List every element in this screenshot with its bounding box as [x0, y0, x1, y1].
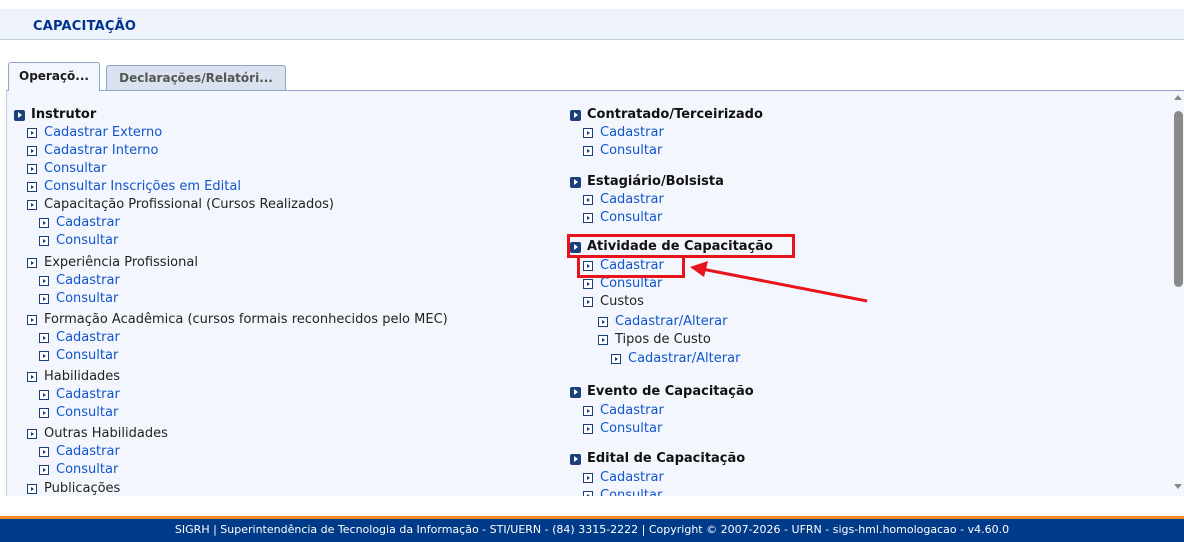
item-arrow-icon [583, 406, 593, 416]
item-arrow-icon [27, 182, 37, 192]
menu-group-capacitacao-profissional: Capacitação Profissional (Cursos Realiza… [27, 196, 334, 214]
page-title-bar: Capacitação [0, 9, 1184, 40]
menu-item-experiencia-cadastrar[interactable]: Cadastrar [39, 272, 120, 290]
menu-item-cadastrar-interno[interactable]: Cadastrar Interno [27, 142, 158, 160]
menu-item-estagiario-consultar[interactable]: Consultar [583, 209, 662, 227]
menu-item-habilidades-cadastrar[interactable]: Cadastrar [39, 386, 120, 404]
annotation-highlight-cadastrar [577, 255, 685, 278]
menu-group-tipos-de-custo: Tipos de Custo [598, 331, 711, 349]
scrollbar-thumb[interactable] [1174, 111, 1183, 287]
menu-item-evento-consultar[interactable]: Consultar [583, 420, 662, 438]
menu-item-tipos-custo-cadastrar-alterar[interactable]: Cadastrar/Alterar [611, 350, 740, 368]
item-arrow-icon [583, 424, 593, 434]
item-arrow-icon [583, 146, 593, 156]
item-arrow-icon [39, 351, 49, 361]
menu-item-estagiario-cadastrar[interactable]: Cadastrar [583, 191, 664, 209]
vertical-scrollbar[interactable] [1172, 91, 1184, 496]
menu-heading-instrutor: Instrutor [14, 106, 96, 124]
menu-item-evento-cadastrar[interactable]: Cadastrar [583, 402, 664, 420]
menu-item-outras-consultar[interactable]: Consultar [39, 461, 118, 479]
menu-heading-contratado: Contratado/Terceirizado [570, 106, 763, 124]
item-arrow-icon [27, 258, 37, 268]
item-arrow-icon [39, 218, 49, 228]
menu-heading-edital: Edital de Capacitação [570, 450, 745, 468]
menu-group-formacao-academica: Formação Acadêmica (cursos formais recon… [27, 311, 448, 329]
item-arrow-icon [583, 195, 593, 205]
item-arrow-icon [39, 408, 49, 418]
menu-item-formacao-consultar[interactable]: Consultar [39, 347, 118, 365]
tab-panel: Instrutor Cadastrar Externo Cadastrar In… [6, 90, 1184, 496]
item-arrow-icon [583, 128, 593, 138]
item-arrow-icon [39, 465, 49, 475]
scroll-down-arrow-icon[interactable] [1174, 484, 1182, 489]
menu-group-outras-habilidades: Outras Habilidades [27, 425, 168, 443]
item-arrow-icon [27, 146, 37, 156]
item-arrow-icon [583, 279, 593, 289]
section-arrow-icon [570, 176, 581, 188]
page-title: Capacitação [33, 19, 137, 34]
menu-item-contratado-consultar[interactable]: Consultar [583, 142, 662, 160]
item-arrow-icon [27, 484, 37, 494]
menu-group-custos: Custos [583, 293, 644, 311]
item-arrow-icon [39, 390, 49, 400]
section-arrow-icon [570, 386, 581, 398]
menu-item-consultar-inscricoes[interactable]: Consultar Inscrições em Edital [27, 178, 241, 196]
menu-item-cadastrar-externo[interactable]: Cadastrar Externo [27, 124, 162, 142]
menu-item-habilidades-consultar[interactable]: Consultar [39, 404, 118, 422]
annotation-arrow-head [690, 261, 708, 277]
item-arrow-icon [27, 372, 37, 382]
item-arrow-icon [598, 335, 608, 345]
menu-heading-estagiario: Estagiário/Bolsista [570, 173, 724, 191]
tab-operacoes[interactable]: Operaçõ... [8, 62, 100, 91]
annotation-arrow-line [701, 267, 868, 303]
item-arrow-icon [583, 491, 593, 496]
item-arrow-icon [39, 276, 49, 286]
menu-item-consultar-instrutor[interactable]: Consultar [27, 160, 106, 178]
footer: SIGRH | Superintendência de Tecnologia d… [0, 516, 1184, 542]
menu-item-edital-consultar[interactable]: Consultar [583, 487, 662, 496]
menu-group-experiencia-profissional: Experiência Profissional [27, 254, 198, 272]
item-arrow-icon [27, 200, 37, 210]
item-arrow-icon [27, 128, 37, 138]
item-arrow-icon [611, 354, 621, 364]
menu-item-edital-cadastrar[interactable]: Cadastrar [583, 469, 664, 487]
item-arrow-icon [583, 473, 593, 483]
menu-item-capacitacao-cadastrar[interactable]: Cadastrar [39, 214, 120, 232]
menu-item-capacitacao-consultar[interactable]: Consultar [39, 232, 118, 250]
item-arrow-icon [27, 164, 37, 174]
footer-text: SIGRH | Superintendência de Tecnologia d… [174, 523, 1010, 536]
item-arrow-icon [39, 236, 49, 246]
menu-item-custos-cadastrar-alterar[interactable]: Cadastrar/Alterar [598, 313, 727, 331]
item-arrow-icon [39, 447, 49, 457]
item-arrow-icon [39, 294, 49, 304]
menu-item-contratado-cadastrar[interactable]: Cadastrar [583, 124, 664, 142]
item-arrow-icon [583, 213, 593, 223]
item-arrow-icon [39, 333, 49, 343]
tab-declaracoes-relatorios[interactable]: Declarações/Relatóri... [106, 65, 286, 90]
section-arrow-icon [14, 109, 25, 121]
section-arrow-icon [570, 109, 581, 121]
menu-group-habilidades: Habilidades [27, 368, 120, 386]
item-arrow-icon [27, 315, 37, 325]
menu-item-experiencia-consultar[interactable]: Consultar [39, 290, 118, 308]
item-arrow-icon [27, 429, 37, 439]
menu-group-publicacoes: Publicações [27, 480, 120, 496]
menu-heading-evento: Evento de Capacitação [570, 383, 754, 401]
section-arrow-icon [570, 453, 581, 465]
item-arrow-icon [583, 297, 593, 307]
scroll-up-arrow-icon[interactable] [1174, 95, 1182, 100]
item-arrow-icon [598, 317, 608, 327]
menu-item-formacao-cadastrar[interactable]: Cadastrar [39, 329, 120, 347]
menu-item-outras-cadastrar[interactable]: Cadastrar [39, 443, 120, 461]
